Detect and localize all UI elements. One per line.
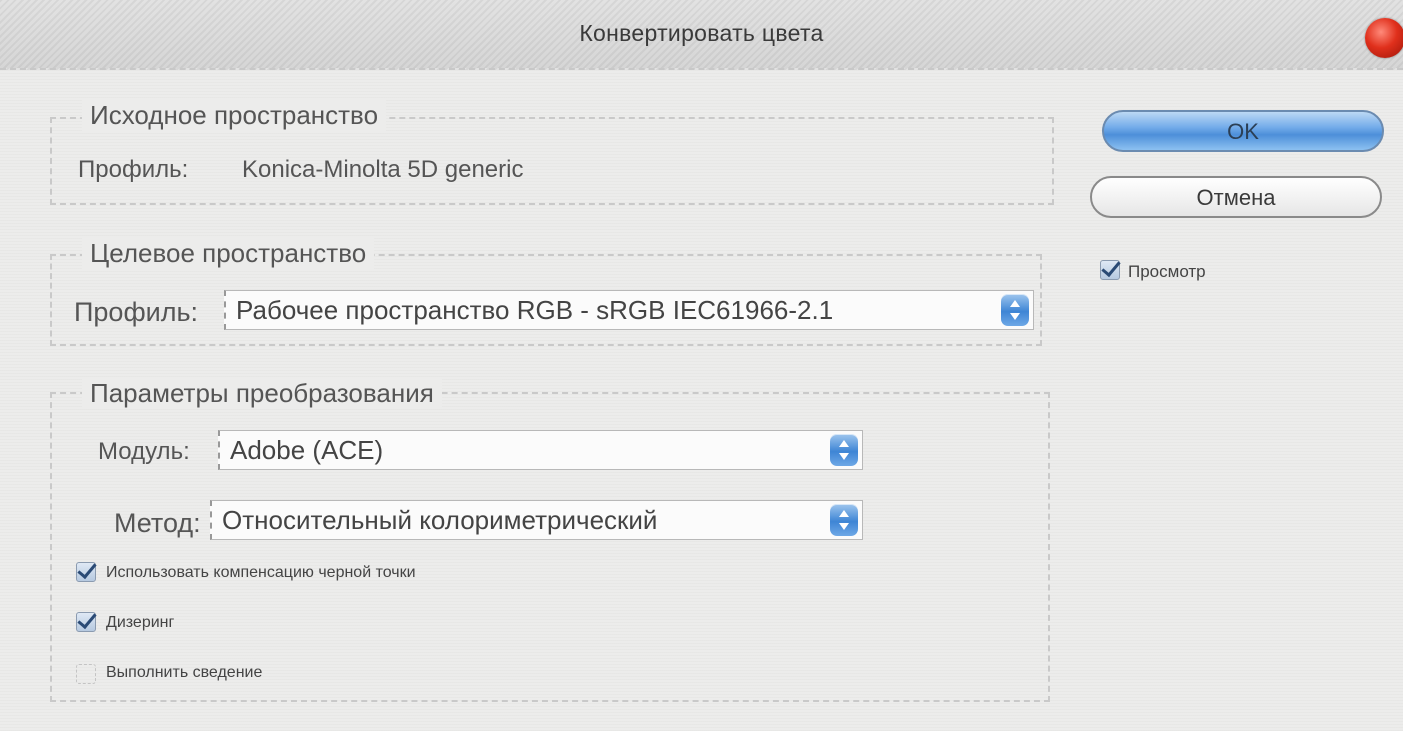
source-profile-label: Профиль: [78, 156, 189, 183]
dither-checkbox[interactable] [76, 612, 96, 632]
target-space-legend: Целевое пространство [82, 238, 375, 269]
conversion-options-legend: Параметры преобразования [82, 378, 442, 409]
title-bar[interactable]: Конвертировать цвета [0, 0, 1403, 70]
engine-select[interactable]: Adobe (ACE) [218, 430, 863, 470]
intent-value: Относительный колориметрический [222, 505, 658, 535]
engine-label: Модуль: [98, 438, 190, 465]
stepper-icon [830, 434, 858, 466]
black-point-compensation-label: Использовать компенсацию черной точки [106, 564, 416, 581]
preview-checkbox[interactable] [1100, 260, 1120, 280]
target-profile-select[interactable]: Рабочее пространство RGB - sRGB IEC61966… [224, 290, 1034, 330]
intent-label: Метод: [114, 508, 201, 538]
target-profile-label: Профиль: [74, 297, 199, 327]
source-profile-value: Konica-Minolta 5D generic [242, 156, 524, 183]
stepper-icon [1001, 294, 1029, 326]
flatten-label: Выполнить сведение [106, 664, 263, 681]
dither-label: Дизеринг [106, 614, 175, 631]
cancel-button[interactable]: Отмена [1090, 176, 1382, 218]
engine-value: Adobe (ACE) [230, 435, 384, 465]
close-icon[interactable] [1365, 18, 1403, 58]
flatten-checkbox[interactable] [76, 664, 96, 684]
convert-colors-dialog: Конвертировать цвета Исходное пространст… [0, 0, 1403, 731]
dialog-title: Конвертировать цвета [579, 20, 824, 46]
source-space-legend: Исходное пространство [82, 100, 387, 131]
ok-button[interactable]: OK [1102, 110, 1384, 152]
preview-label: Просмотр [1128, 262, 1206, 281]
black-point-compensation-checkbox[interactable] [76, 562, 96, 582]
target-profile-value: Рабочее пространство RGB - sRGB IEC61966… [236, 295, 834, 325]
stepper-icon [830, 504, 858, 536]
intent-select[interactable]: Относительный колориметрический [210, 500, 863, 540]
